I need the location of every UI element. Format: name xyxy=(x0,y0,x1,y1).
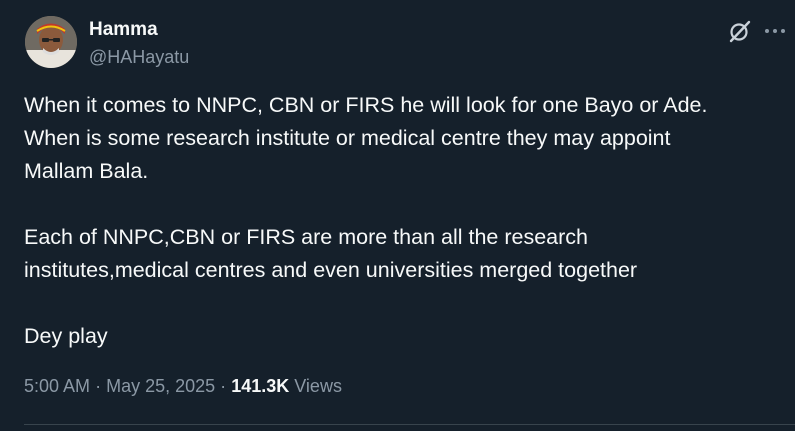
tweet-text: When it comes to NNPC, CBN or FIRS he wi… xyxy=(24,89,774,353)
meta-separator: · xyxy=(95,376,102,396)
avatar[interactable] xyxy=(25,16,77,68)
grok-icon[interactable] xyxy=(728,19,752,43)
tweet-paragraph: Each of NNPC,CBN or FIRS are more than a… xyxy=(24,225,638,282)
tweet: Hamma @HAHayatu When it comes to NNPC, C… xyxy=(0,0,795,431)
tweet-paragraph: When it comes to NNPC, CBN or FIRS he wi… xyxy=(24,93,708,183)
views-count[interactable]: 141.3K xyxy=(231,376,289,396)
views-label: Views xyxy=(294,376,342,396)
author-name[interactable]: Hamma xyxy=(89,19,158,41)
author-handle[interactable]: @HAHayatu xyxy=(89,46,189,68)
meta-separator: · xyxy=(220,376,227,396)
avatar-image xyxy=(25,16,77,68)
more-options-icon[interactable] xyxy=(764,26,786,36)
tweet-time[interactable]: 5:00 AM xyxy=(24,376,90,396)
tweet-date[interactable]: May 25, 2025 xyxy=(106,376,215,396)
tweet-meta: 5:00 AM · May 25, 2025 · 141.3K Views xyxy=(24,374,342,398)
divider xyxy=(24,424,795,425)
tweet-paragraph: Dey play xyxy=(24,324,108,348)
